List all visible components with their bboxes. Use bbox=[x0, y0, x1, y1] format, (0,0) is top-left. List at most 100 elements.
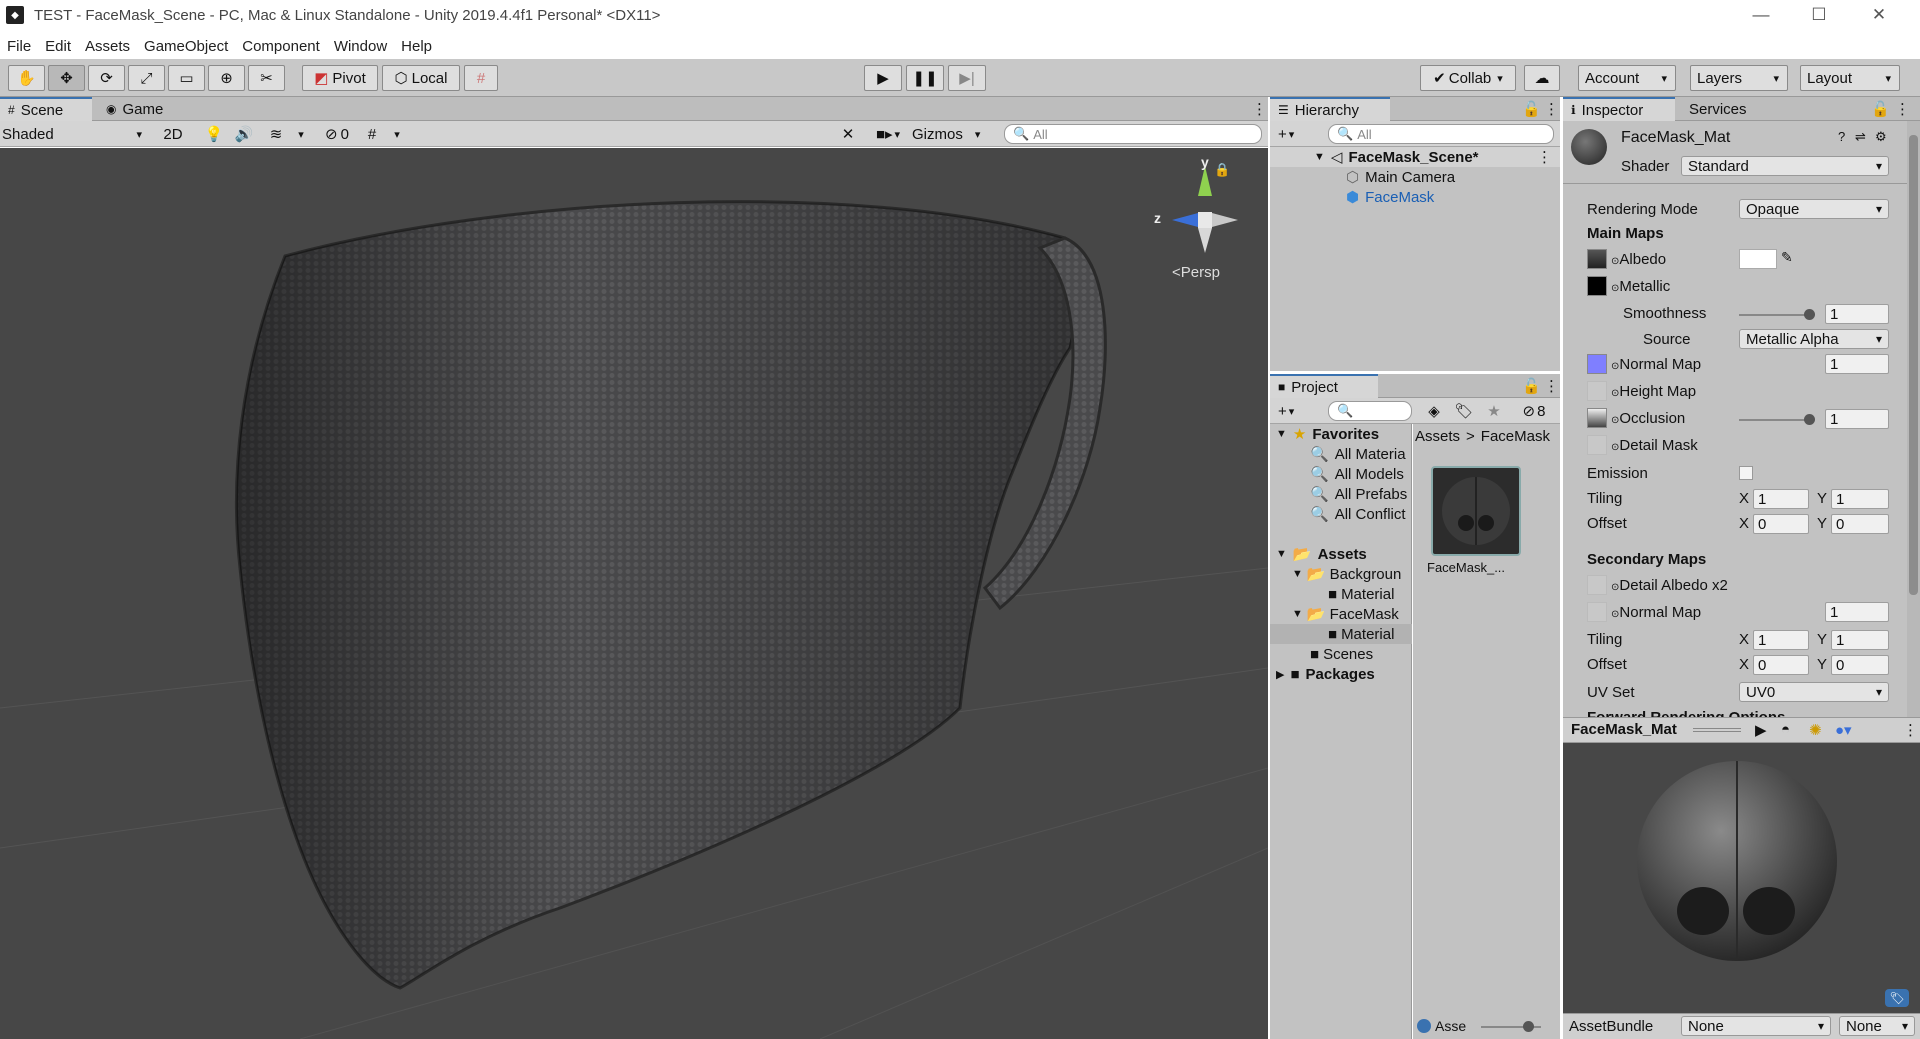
settings-gear-icon[interactable]: ⚙ bbox=[1875, 129, 1887, 145]
project-hidden-toggle[interactable]: ⊘ 8 bbox=[1514, 400, 1554, 422]
assets-row[interactable]: ▼ 📂 Assets bbox=[1276, 544, 1367, 564]
play-preview-icon[interactable]: ▶ bbox=[1755, 721, 1767, 739]
custom-tool-icon[interactable]: ✂ bbox=[248, 65, 285, 91]
effects-icon[interactable]: ≋ bbox=[266, 123, 286, 145]
tag-icon[interactable]: 🏷 bbox=[1885, 989, 1909, 1007]
hierarchy-search-input[interactable]: 🔍 All bbox=[1328, 124, 1554, 144]
sec-tiling-x-field[interactable]: 1 bbox=[1753, 630, 1809, 650]
scene-menu-icon[interactable]: ⋮ bbox=[1244, 97, 1267, 121]
move-tool-icon[interactable]: ✥ bbox=[48, 65, 85, 91]
lock-icon[interactable]: 🔒 bbox=[1214, 162, 1230, 178]
toggle-2d-button[interactable]: 2D bbox=[158, 123, 188, 145]
tab-hierarchy[interactable]: ☰ Hierarchy bbox=[1270, 97, 1390, 121]
hand-tool-icon[interactable]: ✋ bbox=[8, 65, 45, 91]
occlusion-slider[interactable] bbox=[1739, 419, 1809, 421]
occlusion-texture-slot[interactable] bbox=[1587, 408, 1607, 428]
smoothness-field[interactable]: 1 bbox=[1825, 304, 1889, 324]
fav-item[interactable]: 🔍 All Materia bbox=[1310, 444, 1406, 464]
fav-item[interactable]: 🔍 All Conflict bbox=[1310, 504, 1406, 524]
effects-dropdown-icon[interactable]: ▾ bbox=[294, 123, 308, 145]
material-preview[interactable]: 🏷 bbox=[1563, 743, 1920, 1013]
scrollbar-thumb[interactable] bbox=[1909, 135, 1918, 595]
packages-row[interactable]: ▶ ■ Packages bbox=[1276, 664, 1375, 684]
smoothness-slider[interactable] bbox=[1739, 314, 1809, 316]
hierarchy-add-button[interactable]: + ▾ bbox=[1278, 123, 1312, 145]
menu-window[interactable]: Window bbox=[327, 38, 394, 55]
detail-albedo-texture-slot[interactable] bbox=[1587, 575, 1607, 595]
folder-row[interactable]: ▼ 📂 FaceMask bbox=[1292, 604, 1399, 624]
smoothness-slider-knob[interactable] bbox=[1804, 309, 1815, 320]
hierarchy-item-main-camera[interactable]: ⬡ Main Camera bbox=[1346, 167, 1455, 187]
detail-mask-texture-slot[interactable] bbox=[1587, 435, 1607, 455]
tab-services[interactable]: Services bbox=[1681, 97, 1771, 121]
hierarchy-item-facemask[interactable]: ⬢ FaceMask bbox=[1346, 187, 1434, 207]
camera-dropdown[interactable]: ■▸ ▾ bbox=[870, 123, 906, 145]
scene-root-row[interactable]: ▼ ◁ FaceMask_Scene* ⋮ bbox=[1270, 147, 1560, 167]
layers-dropdown[interactable]: Layers ▾ bbox=[1690, 65, 1788, 91]
local-toggle[interactable]: ⬡ Local bbox=[382, 65, 460, 91]
hierarchy-menu-icon[interactable]: ⋮ bbox=[1536, 97, 1559, 121]
tools-icon[interactable]: ✕ bbox=[838, 123, 858, 145]
assetbundle-dropdown[interactable]: None bbox=[1681, 1016, 1831, 1036]
emission-checkbox[interactable] bbox=[1739, 466, 1753, 480]
inspector-menu-icon[interactable]: ⋮ bbox=[1887, 97, 1910, 121]
zoom-slider-knob[interactable] bbox=[1523, 1021, 1534, 1032]
sec-offset-x-field[interactable]: 0 bbox=[1753, 655, 1809, 675]
secondary-normal-field[interactable]: 1 bbox=[1825, 602, 1889, 622]
shading-dropdown[interactable]: Shaded ▾ bbox=[2, 123, 148, 145]
rect-tool-icon[interactable]: ▭ bbox=[168, 65, 205, 91]
rotate-tool-icon[interactable]: ⟳ bbox=[88, 65, 125, 91]
menu-component[interactable]: Component bbox=[235, 38, 327, 55]
occlusion-slider-knob[interactable] bbox=[1804, 414, 1815, 425]
preview-menu-icon[interactable]: ⋮ bbox=[1903, 721, 1918, 739]
breadcrumb-facemask[interactable]: FaceMask bbox=[1481, 428, 1550, 445]
account-dropdown[interactable]: Account ▾ bbox=[1578, 65, 1676, 91]
scene-search-input[interactable]: 🔍 All bbox=[1004, 124, 1262, 144]
grid-dropdown-icon[interactable]: ▾ bbox=[390, 123, 404, 145]
material-asset-label[interactable]: FaceMask_... bbox=[1427, 560, 1505, 575]
fav-item[interactable]: 🔍 All Models bbox=[1310, 464, 1404, 484]
preset-icon[interactable]: ⇌ bbox=[1855, 129, 1866, 145]
search-by-label-icon[interactable]: 🏷 bbox=[1454, 400, 1474, 422]
folder-row[interactable]: ▼ 📂 Backgroun bbox=[1292, 564, 1401, 584]
secondary-normal-texture-slot[interactable] bbox=[1587, 602, 1607, 622]
folder-row[interactable]: ■ Material bbox=[1328, 584, 1394, 604]
folder-row[interactable]: ■ Scenes bbox=[1310, 644, 1373, 664]
transform-tool-icon[interactable]: ⊕ bbox=[208, 65, 245, 91]
play-button[interactable]: ▶ bbox=[864, 65, 902, 91]
shader-dropdown[interactable]: Standard bbox=[1681, 156, 1889, 176]
project-add-button[interactable]: + ▾ bbox=[1278, 400, 1312, 422]
scale-tool-icon[interactable]: ⤢ bbox=[128, 65, 165, 91]
tab-project[interactable]: ■ Project bbox=[1270, 374, 1378, 398]
tiling-y-field[interactable]: 1 bbox=[1831, 489, 1889, 509]
persp-toggle[interactable]: <Persp bbox=[1172, 264, 1220, 281]
menu-edit[interactable]: Edit bbox=[38, 38, 78, 55]
menu-gameobject[interactable]: GameObject bbox=[137, 38, 235, 55]
maximize-button[interactable]: ☐ bbox=[1790, 0, 1848, 30]
search-by-type-icon[interactable]: ◈ bbox=[1424, 400, 1444, 422]
fav-item[interactable]: 🔍 All Prefabs bbox=[1310, 484, 1407, 504]
minimize-button[interactable]: — bbox=[1732, 0, 1790, 30]
metallic-texture-slot[interactable] bbox=[1587, 276, 1607, 296]
offset-y-field[interactable]: 0 bbox=[1831, 514, 1889, 534]
favorites-row[interactable]: ▼ ★ Favorites bbox=[1276, 424, 1379, 444]
tab-game[interactable]: ◉ Game bbox=[98, 97, 178, 121]
normal-map-texture-slot[interactable] bbox=[1587, 354, 1607, 374]
collab-dropdown[interactable]: ✔ Collab ▾ bbox=[1420, 65, 1516, 91]
albedo-texture-slot[interactable] bbox=[1587, 249, 1607, 269]
step-button[interactable]: ▶| bbox=[948, 65, 986, 91]
pause-button[interactable]: ❚❚ bbox=[906, 65, 944, 91]
albedo-color-swatch[interactable] bbox=[1739, 249, 1777, 269]
sphere-mesh-icon[interactable]: ◓ bbox=[1781, 721, 1790, 738]
breadcrumb-assets[interactable]: Assets bbox=[1415, 428, 1460, 445]
folder-row-selected[interactable]: ■ Material bbox=[1270, 624, 1412, 644]
pivot-toggle[interactable]: ◩ Pivot bbox=[302, 65, 378, 91]
tab-scene[interactable]: # Scene bbox=[0, 97, 92, 121]
project-menu-icon[interactable]: ⋮ bbox=[1536, 374, 1559, 398]
rendering-mode-dropdown[interactable]: Opaque bbox=[1739, 199, 1889, 219]
occlusion-field[interactable]: 1 bbox=[1825, 409, 1889, 429]
menu-help[interactable]: Help bbox=[394, 38, 439, 55]
orientation-gizmo[interactable]: y z bbox=[1150, 154, 1260, 268]
grid-snap-icon[interactable]: # bbox=[362, 123, 382, 145]
uv-set-dropdown[interactable]: UV0 bbox=[1739, 682, 1889, 702]
